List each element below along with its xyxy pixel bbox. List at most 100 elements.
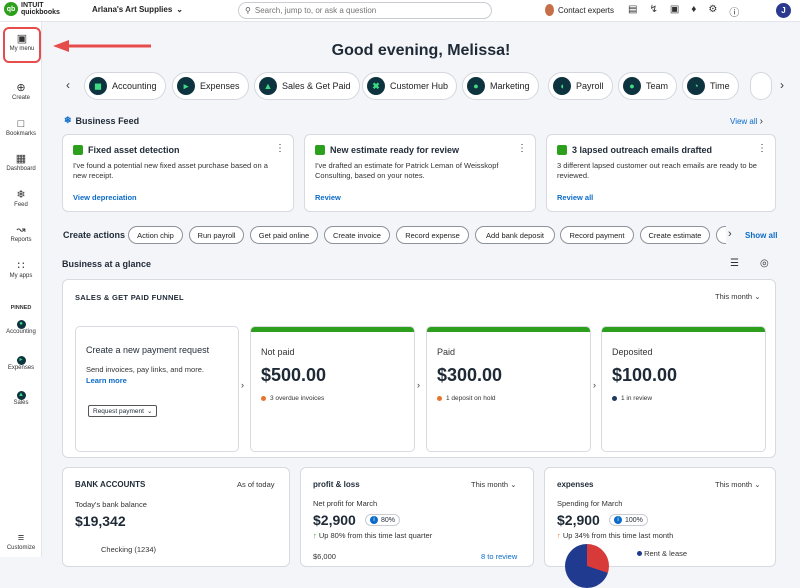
sidebar-pinned-accounting[interactable]: ● Accounting — [0, 320, 42, 335]
app-pill-sales[interactable]: ▲ Sales & Get Paid — [254, 72, 360, 100]
sidebar-pinned-sales[interactable]: ▲ Sales — [0, 391, 42, 406]
chip-add-bank-deposit[interactable]: Add bank deposit — [475, 226, 555, 244]
search-icon: ⚲ — [245, 6, 251, 15]
eye-off-icon[interactable]: ◎ — [760, 258, 769, 269]
app-pill-payroll[interactable]: ◖ Payroll — [548, 72, 613, 100]
app-pill-accounting[interactable]: ◼ Accounting — [84, 72, 166, 100]
chevron-down-icon: ⌄ — [176, 5, 183, 14]
sidebar-item-dashboard[interactable]: ▦ Dashboard — [0, 153, 42, 172]
chip-record-payment[interactable]: Record payment — [560, 226, 634, 244]
bell-icon[interactable]: ♦ — [691, 4, 696, 19]
chart-line-icon: ↝ — [16, 224, 26, 236]
top-icons: ▤ ↯ ▣ ♦ ⚙ ⓘ — [628, 4, 739, 19]
payroll-icon: ◖ — [553, 77, 571, 95]
legend-dot — [637, 551, 642, 556]
review-all-link[interactable]: Review all — [557, 193, 593, 202]
feed-card-estimate[interactable]: New estimate ready for review ⋮ I've dra… — [304, 134, 536, 212]
app-pill-expenses[interactable]: ▸ Expenses — [172, 72, 249, 100]
app-pill-more[interactable] — [750, 72, 772, 100]
apps-icon[interactable]: ▣ — [670, 4, 679, 19]
expenses-period-dropdown[interactable]: This month ⌄ — [715, 480, 761, 489]
chevron-right-icon: › — [417, 380, 420, 390]
pnl-value: $2,900 — [313, 512, 356, 528]
logo-top-text: INTUIT — [21, 2, 44, 9]
app-pill-customer-hub[interactable]: ✖ Customer Hub — [362, 72, 458, 100]
stage-value: $100.00 — [612, 365, 678, 385]
status-dot — [437, 396, 442, 401]
help-icon[interactable]: ⓘ — [729, 4, 739, 19]
sidebar-item-feed[interactable]: ❄ Feed — [0, 189, 42, 208]
chip-get-paid-online[interactable]: Get paid online — [250, 226, 318, 244]
funnel-stage-paid[interactable]: Paid $300.00 1 deposit on hold — [426, 326, 591, 452]
pnl-period-dropdown[interactable]: This month ⌄ — [471, 480, 517, 489]
stage-label: Not paid — [261, 347, 295, 357]
pinned-label: PINNED — [10, 305, 32, 311]
pnl-title: profit & loss — [313, 480, 360, 489]
chip-action[interactable]: Action chip — [128, 226, 183, 244]
chip-overflow[interactable] — [716, 226, 726, 244]
chip-run-payroll[interactable]: Run payroll — [189, 226, 244, 244]
company-name: Arlana's Art Supplies — [92, 5, 173, 14]
app-pill-time[interactable]: ◔ Time — [682, 72, 739, 100]
bookmark-icon: □ — [17, 118, 25, 130]
user-avatar[interactable]: J — [776, 3, 791, 18]
chevron-down-icon: ⌄ — [754, 292, 761, 301]
sidebar-customize[interactable]: ≡ Customize — [0, 532, 42, 551]
more-options-icon[interactable]: ⋮ — [757, 143, 767, 154]
contact-experts-button[interactable]: Contact experts — [545, 4, 614, 16]
asset-icon — [73, 145, 83, 155]
chip-create-estimate[interactable]: Create estimate — [640, 226, 710, 244]
info-icon: i — [614, 516, 622, 524]
clipboard-icon[interactable]: ▤ — [628, 4, 637, 19]
status-dot — [612, 396, 617, 401]
learn-more-link[interactable]: Learn more — [86, 376, 127, 385]
gear-icon[interactable]: ⚙ — [708, 4, 717, 19]
search-input[interactable] — [254, 6, 475, 15]
greeting-title: Good evening, Melissa! — [331, 42, 511, 59]
feed-card-fixed-asset[interactable]: Fixed asset detection ⋮ I've found a pot… — [62, 134, 294, 212]
quickbooks-logo[interactable]: qb INTUIT quickbooks — [4, 2, 60, 16]
sidebar-item-bookmarks[interactable]: □ Bookmarks — [0, 118, 42, 137]
more-options-icon[interactable]: ⋮ — [275, 143, 285, 154]
sidebar-item-my-apps[interactable]: ∷ My apps — [0, 260, 42, 279]
show-all-link[interactable]: Show all — [745, 231, 777, 240]
feed-view-all-link[interactable]: View all › — [730, 116, 763, 127]
bank-account-name[interactable]: Checking (1234) — [101, 545, 156, 554]
feed-card-body: I've drafted an estimate for Patrick Lem… — [315, 161, 499, 180]
app-pill-marketing[interactable]: ● Marketing — [462, 72, 539, 100]
view-depreciation-link[interactable]: View depreciation — [73, 193, 137, 202]
settings-sliders-icon[interactable]: ☰ — [730, 258, 739, 269]
expenses-percent-badge: i 100% — [609, 514, 648, 526]
email-icon — [557, 145, 567, 155]
sidebar-item-reports[interactable]: ↝ Reports — [0, 224, 42, 243]
stage-label: Paid — [437, 347, 456, 357]
lightning-icon[interactable]: ↯ — [649, 4, 657, 19]
expenses-icon: ▸ — [16, 356, 26, 365]
chip-record-expense[interactable]: Record expense — [396, 226, 469, 244]
more-options-icon[interactable]: ⋮ — [517, 143, 527, 154]
my-menu-label: My menu — [9, 46, 35, 52]
funnel-stage-not-paid[interactable]: Not paid $500.00 3 overdue invoices — [250, 326, 415, 452]
review-link[interactable]: Review — [315, 193, 341, 202]
stage-value: $300.00 — [437, 365, 503, 385]
sales-funnel-card: SALES & GET PAID FUNNEL This month ⌄ Cre… — [62, 279, 776, 458]
chip-create-invoice[interactable]: Create invoice — [324, 226, 390, 244]
app-pill-team[interactable]: ● Team — [618, 72, 678, 100]
feed-card-outreach[interactable]: 3 lapsed outreach emails drafted ⋮ 3 dif… — [546, 134, 776, 212]
request-payment-dropdown[interactable]: Request payment ⌄ — [88, 405, 158, 417]
app-pill-row: ◼ Accounting ▸ Expenses ▲ Sales & Get Paid … — [60, 72, 790, 100]
bank-accounts-title: BANK ACCOUNTS — [75, 480, 146, 489]
grid-icon: ∷ — [17, 260, 25, 272]
funnel-stage-deposited[interactable]: Deposited $100.00 1 in review — [601, 326, 766, 452]
sidebar-pinned-expenses[interactable]: ▸ Expenses — [0, 356, 42, 371]
chevron-right-icon[interactable]: › — [728, 228, 732, 240]
funnel-period-dropdown[interactable]: This month ⌄ — [715, 292, 761, 301]
sales-icon: ▲ — [16, 391, 26, 400]
chevron-right-icon[interactable]: › — [780, 78, 784, 92]
payment-request-body: Send invoices, pay links, and more. — [86, 365, 204, 374]
company-switcher[interactable]: Arlana's Art Supplies ⌄ — [92, 5, 183, 14]
my-menu-button[interactable]: ▣ My menu — [3, 27, 41, 63]
search-box[interactable]: ⚲ — [238, 2, 492, 19]
accounting-icon: ● — [16, 320, 26, 329]
sidebar-item-create[interactable]: ⊕ Create — [0, 82, 42, 101]
